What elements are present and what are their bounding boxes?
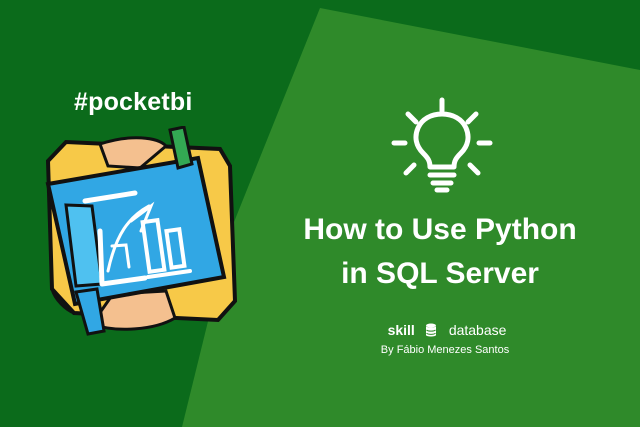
author-credit: By Fábio Menezes Santos [380, 344, 510, 356]
thumbnail-canvas: #pocketbi How to Use Python in SQL Serve… [0, 0, 640, 427]
lightbulb-icon [391, 97, 493, 193]
title-line-1: How to Use Python [303, 213, 577, 246]
brand-database-word: database [448, 322, 507, 338]
brand-skill-word: skill [387, 322, 415, 338]
database-icon [425, 323, 436, 336]
pocketbi-logo [45, 126, 238, 336]
page-title: How to Use Python in SQL Server [270, 208, 610, 296]
pocketbi-hashtag: #pocketbi [74, 88, 193, 116]
title-line-2: in SQL Server [341, 257, 539, 290]
skill-database-brand: skill database [352, 318, 542, 342]
